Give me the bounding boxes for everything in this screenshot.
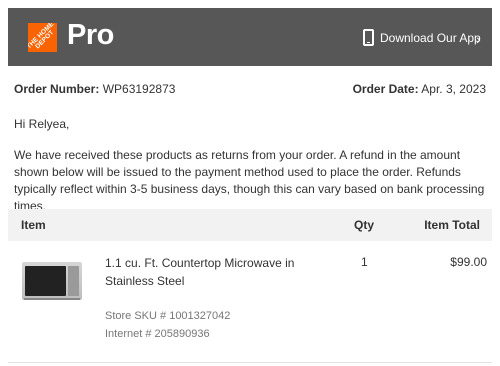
chevron-right-icon[interactable]: › [476,32,481,46]
column-qty: Qty [354,218,375,232]
greeting: Hi Relyea, [14,117,70,131]
order-date-value: Apr. 3, 2023 [421,82,486,96]
refund-message: We have received these products as retur… [14,148,485,213]
column-item: Item [21,218,46,232]
brand-pro: Pro [67,19,114,51]
order-date: Order Date: Apr. 3, 2023 [353,81,486,97]
microwave-panel [68,266,79,296]
header-bar: THE HOME DEPOT Pro Download Our App › [8,8,492,66]
product-qty: 1 [361,255,368,269]
column-item-total: Item Total [424,218,480,232]
order-number-label: Order Number: [14,82,100,96]
row-divider [8,362,492,363]
phone-icon[interactable] [363,29,374,46]
internet-number: Internet # 205890936 [105,328,210,340]
product-total: $99.00 [450,255,487,269]
order-number: Order Number: WP63192873 [14,81,175,97]
microwave-base [24,298,80,300]
table-header: Item Qty Item Total [8,209,492,241]
product-name[interactable]: 1.1 cu. Ft. Countertop Microwave in Stai… [105,254,305,290]
download-app-link[interactable]: Download Our App [380,30,481,46]
order-date-label: Order Date: [352,82,419,96]
microwave-door [25,266,66,296]
logo-text: THE HOME DEPOT [28,23,56,51]
microwave-image[interactable] [22,262,82,300]
order-number-value: WP63192873 [102,82,176,96]
home-depot-logo[interactable]: THE HOME DEPOT [28,23,57,52]
store-sku: Store SKU # 1001327042 [105,310,231,322]
